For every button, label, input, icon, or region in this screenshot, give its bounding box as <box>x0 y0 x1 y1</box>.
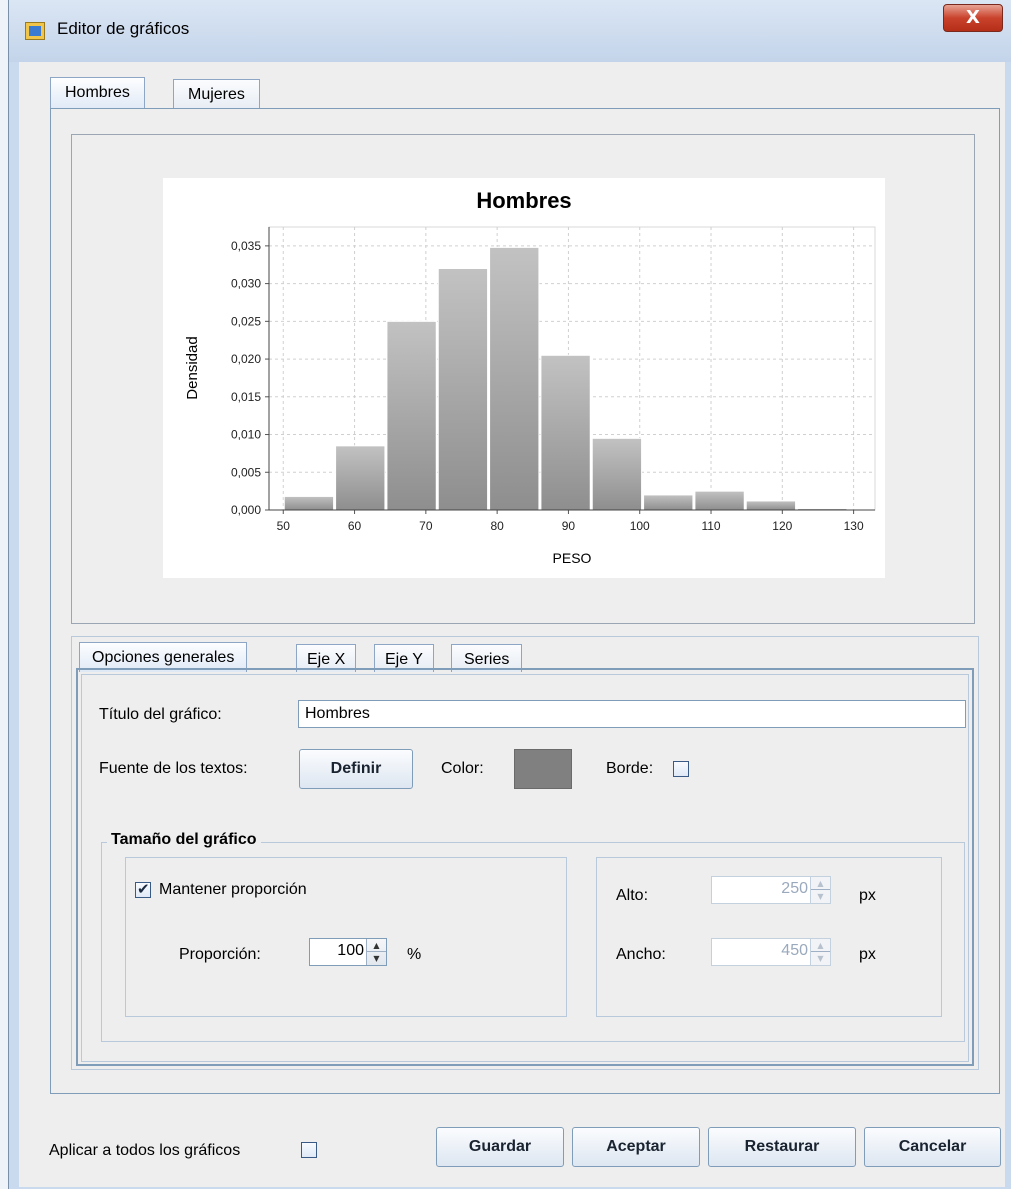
spin-up-icon[interactable]: ▲ <box>811 939 830 952</box>
x-tick-label: 120 <box>772 519 792 533</box>
cancel-button[interactable]: Cancelar <box>864 1127 1001 1167</box>
size-group-title: Tamaño del gráfico <box>107 831 261 849</box>
title-bar[interactable]: Editor de gráficos X <box>9 0 1011 62</box>
spin-up-icon[interactable]: ▲ <box>811 877 830 890</box>
accept-button[interactable]: Aceptar <box>572 1127 700 1167</box>
histogram-bar <box>540 354 591 511</box>
app-icon <box>25 22 45 40</box>
x-tick-label: 80 <box>490 519 504 533</box>
histogram-bar <box>283 495 335 511</box>
height-value: 250 <box>781 880 808 897</box>
histogram-bar <box>694 490 745 511</box>
histogram-bar <box>591 437 643 511</box>
window: Editor de gráficos X Hombres Mujeres 0,0… <box>8 0 1011 1189</box>
keep-ratio-label: Mantener proporción <box>159 881 307 898</box>
tab-label: Eje X <box>307 651 346 668</box>
histogram-chart: 0,000 0,005 0,010 0,015 0,020 0,025 0,030 0,035… <box>184 188 876 566</box>
tab-label: Eje Y <box>385 651 423 668</box>
width-label: Ancho: <box>616 946 666 963</box>
y-tick-label: 0,015 <box>231 390 261 404</box>
y-tick-label: 0,010 <box>231 428 261 442</box>
tab-label: Opciones generales <box>92 649 235 666</box>
ratio-spinner-arrows[interactable]: ▲ ▼ <box>366 939 386 965</box>
x-tick-label: 100 <box>630 519 650 533</box>
close-button[interactable]: X <box>943 4 1003 32</box>
color-label: Color: <box>441 760 484 777</box>
spin-down-icon[interactable]: ▼ <box>811 890 830 903</box>
tab-label: Series <box>464 651 510 668</box>
histogram-bar <box>386 320 437 511</box>
histogram-bar <box>489 246 540 511</box>
chart-title-label: Título del gráfico: <box>99 706 222 723</box>
border-label: Borde: <box>606 760 654 777</box>
tab-mujeres[interactable]: Mujeres <box>173 79 260 111</box>
color-swatch[interactable] <box>514 749 572 789</box>
x-tick-label: 90 <box>562 519 576 533</box>
apply-all-checkbox[interactable] <box>301 1142 317 1158</box>
y-tick-label: 0,030 <box>231 277 261 291</box>
x-tick-label: 130 <box>844 519 864 533</box>
y-tick-label: 0,020 <box>231 352 261 366</box>
x-axis-label: PESO <box>553 550 592 566</box>
height-spinner[interactable]: 250 ▲ ▼ <box>711 876 831 904</box>
width-spinner[interactable]: 450 ▲ ▼ <box>711 938 831 966</box>
chart-title-input[interactable] <box>298 700 966 728</box>
border-checkbox[interactable] <box>673 761 689 777</box>
width-spinner-arrows[interactable]: ▲ ▼ <box>810 939 830 965</box>
y-tick-label: 0,025 <box>231 314 261 328</box>
chart-preview-frame: 0,000 0,005 0,010 0,015 0,020 0,025 0,030 0,035… <box>71 134 975 624</box>
x-tick-label: 110 <box>701 519 720 533</box>
ratio-spinner[interactable]: 100 ▲ ▼ <box>309 938 387 966</box>
x-tick-label: 60 <box>348 519 362 533</box>
font-label: Fuente de los textos: <box>99 760 248 777</box>
keep-ratio-checkbox[interactable] <box>135 880 151 898</box>
apply-all-label: Aplicar a todos los gráficos <box>49 1142 241 1159</box>
define-font-button[interactable]: Definir <box>299 749 413 789</box>
height-unit: px <box>859 887 876 904</box>
spin-down-icon[interactable]: ▼ <box>367 952 386 965</box>
histogram-bar <box>643 494 694 511</box>
chart-title: Hombres <box>476 188 571 213</box>
ratio-unit: % <box>407 946 422 963</box>
height-label: Alto: <box>616 887 649 904</box>
y-tick-label: 0,000 <box>231 503 261 517</box>
histogram-bar <box>745 500 797 511</box>
spin-up-icon[interactable]: ▲ <box>367 939 386 952</box>
width-value: 450 <box>781 942 808 959</box>
y-axis-label: Densidad <box>184 336 201 399</box>
tab-hombres[interactable]: Hombres <box>50 77 145 110</box>
width-unit: px <box>859 946 876 963</box>
window-title: Editor de gráficos <box>57 19 190 38</box>
ratio-label: Proporción: <box>179 946 261 963</box>
histogram-bar <box>335 445 386 511</box>
tab-label: Hombres <box>65 84 130 101</box>
height-spinner-arrows[interactable]: ▲ ▼ <box>810 877 830 903</box>
y-tick-label: 0,035 <box>231 239 261 253</box>
x-tick-label: 70 <box>419 519 433 533</box>
tab-label: Mujeres <box>188 86 245 103</box>
y-tick-label: 0,005 <box>231 465 261 479</box>
spin-down-icon[interactable]: ▼ <box>811 952 830 965</box>
save-button[interactable]: Guardar <box>436 1127 564 1167</box>
histogram-bar <box>437 268 489 511</box>
ratio-value: 100 <box>337 942 364 959</box>
dialog-client: Hombres Mujeres 0,000 0,005 0,010 0,015 0,02… <box>19 62 1005 1187</box>
chart-canvas: 0,000 0,005 0,010 0,015 0,020 0,025 0,030 0,035… <box>163 178 885 578</box>
x-tick-label: 50 <box>277 519 291 533</box>
restore-button[interactable]: Restaurar <box>708 1127 856 1167</box>
